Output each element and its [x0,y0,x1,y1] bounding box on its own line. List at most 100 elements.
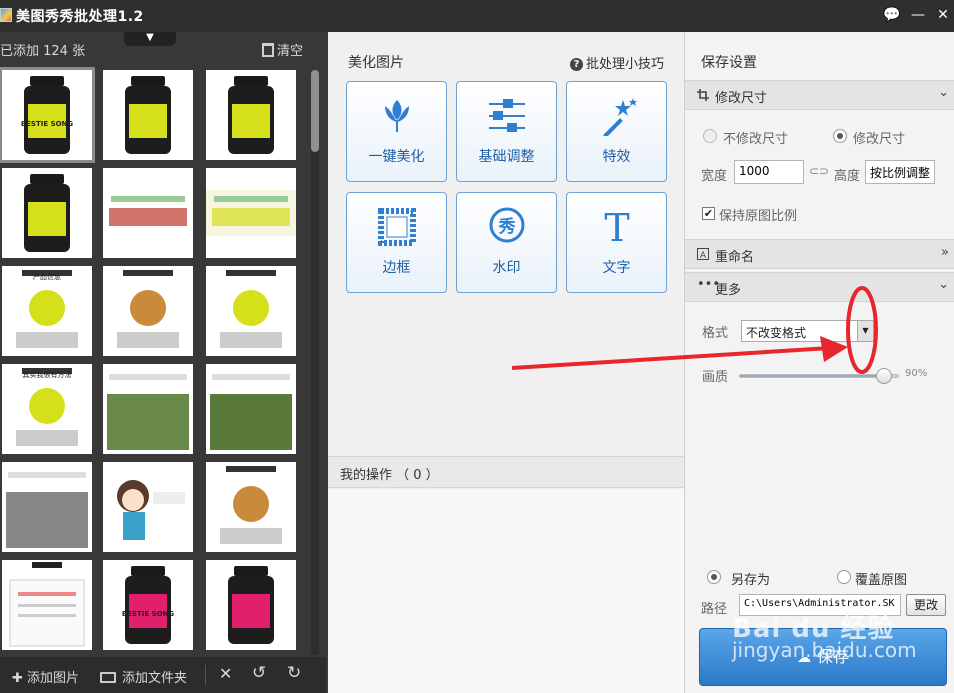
beautify-panel: 美化图片 ? 批处理小技巧 一键美化 基础调整 特效 边框 秀 水印 T 文字 … [328,32,684,693]
minimize-button[interactable]: — [907,5,929,25]
change-path-button[interactable]: 更改 [906,594,946,616]
chevron-right-icon: » [941,245,949,260]
close-button[interactable]: ✕ [932,5,954,25]
thumbnail-item[interactable] [206,364,296,454]
more-section-title: 更多 [715,283,742,298]
trash-icon [262,43,274,57]
save-label: 保存 [816,647,849,666]
thumbnail-item[interactable] [103,462,193,552]
resize-section-header[interactable]: 修改尺寸 ⌄ [685,80,954,110]
feedback-icon[interactable]: 💬 [881,5,903,25]
svg-text:A: A [700,251,707,260]
frame-icon [378,208,416,246]
keep-ratio-checkbox[interactable]: ✔ [702,207,715,220]
magic-wand-icon [603,98,637,136]
help-icon: ? [570,58,583,71]
title-bar: 美图秀秀批处理1.2 💬 — ✕ [0,0,954,32]
overwrite-radio[interactable] [837,570,851,584]
add-folder-button[interactable]: 添加文件夹 [100,667,187,686]
dropdown-arrow-icon[interactable]: ▼ [857,321,873,341]
save-settings-panel: 保存设置 修改尺寸 ⌄ 不修改尺寸 修改尺寸 宽度 1000 ⊂⊃ 高度 按比例… [684,32,954,693]
thumbnail-item[interactable] [103,364,193,454]
clear-label: 清空 [277,44,304,59]
thumbnail-item[interactable] [103,266,193,356]
thumbnail-item[interactable] [206,462,296,552]
tips-link[interactable]: ? 批处理小技巧 [570,53,664,72]
thumbnail-item[interactable] [206,70,296,160]
quality-value: 90% [905,368,928,379]
thumbnail-item[interactable] [103,168,193,258]
chevron-down-icon: ⌄ [938,85,949,100]
thumbnail-item[interactable] [206,560,296,650]
svg-text:T: T [604,207,629,247]
save-as-radio[interactable] [707,570,721,584]
rotate-left-icon[interactable]: ↺ [252,663,266,683]
format-value: 不改变格式 [746,326,807,340]
basic-adjust-button[interactable]: 基础调整 [456,81,557,182]
more-section-header[interactable]: ••• 更多 ⌄ [685,272,954,302]
save-button[interactable]: ☁ 保存 [699,628,947,686]
tool-label: 边框 [382,260,411,276]
path-label: 路径 [701,602,728,617]
thumbnail-item[interactable] [103,70,193,160]
text-button[interactable]: T 文字 [566,192,667,293]
thumbnail-item[interactable]: BESTIE SONG [103,560,193,650]
thumbnail-item[interactable]: 其实我很有方法 [2,364,92,454]
rotate-right-icon[interactable]: ↻ [287,663,301,683]
resize-section-title: 修改尺寸 [715,91,768,106]
left-bottom-toolbar: ✚ 添加图片 添加文件夹 ✕ ↺ ↻ [0,657,326,693]
rename-section-header[interactable]: A 重命名 » [685,239,954,269]
no-resize-label: 不修改尺寸 [723,132,789,147]
tool-label: 水印 [492,260,521,276]
save-icon: ☁ [796,650,811,666]
thumbnail-item[interactable]: BESTIE SONG [0,67,95,163]
crop-icon [697,89,709,101]
resize-label: 修改尺寸 [853,132,906,147]
svg-text:BESTIE SONG: BESTIE SONG [122,610,175,618]
add-image-button[interactable]: ✚ 添加图片 [12,667,79,686]
svg-text:其实我很有方法: 其实我很有方法 [23,370,72,379]
svg-text:BESTIE SONG: BESTIE SONG [21,120,74,128]
overwrite-label: 覆盖原图 [855,573,908,588]
effects-button[interactable]: 特效 [566,81,667,182]
thumbnail-item[interactable] [206,168,296,258]
scrollbar-thumb[interactable] [311,70,319,152]
frame-button[interactable]: 边框 [346,192,447,293]
resize-radio[interactable] [833,129,847,143]
thumbnail-item[interactable] [206,266,296,356]
thumbnail-item[interactable]: 产品信息 [2,266,92,356]
plus-icon: ✚ [12,671,23,686]
section-title: 美化图片 [348,55,404,71]
thumbnail-item[interactable] [2,462,92,552]
image-count: 已添加 124 张 [0,44,86,59]
height-input[interactable]: 按比例调整 [865,160,935,184]
width-input[interactable]: 1000 [734,160,804,184]
more-icon: ••• [697,277,721,292]
format-label: 格式 [702,326,729,341]
my-operations-header: 我的操作 （ 0 ） [328,456,684,488]
format-select[interactable]: 不改变格式 ▼ [741,320,874,342]
delete-icon[interactable]: ✕ [219,664,232,683]
clear-button[interactable]: 清空 [262,40,303,59]
quality-slider[interactable] [739,368,899,384]
rename-icon: A [697,248,709,260]
tool-label: 基础调整 [478,149,535,165]
one-click-beautify-button[interactable]: 一键美化 [346,81,447,182]
thumbnail-item[interactable] [2,168,92,258]
tool-label: 文字 [602,260,631,276]
no-resize-radio[interactable] [703,129,717,143]
chevron-down-icon: ⌄ [938,277,949,292]
width-label: 宽度 [701,169,728,184]
thumbnail-item[interactable] [2,560,92,650]
operations-list [328,489,684,693]
link-icon[interactable]: ⊂⊃ [809,164,829,178]
quality-slider-handle[interactable] [876,368,892,384]
watermark-button[interactable]: 秀 水印 [456,192,557,293]
scrollbar[interactable] [311,70,319,655]
path-input[interactable]: C:\Users\Administrator.SK [739,594,901,616]
divider [205,665,206,685]
save-settings-title: 保存设置 [701,55,757,71]
collapse-toggle-icon[interactable]: ▼ [124,32,176,46]
save-as-label: 另存为 [731,573,771,588]
height-label: 高度 [834,169,861,184]
